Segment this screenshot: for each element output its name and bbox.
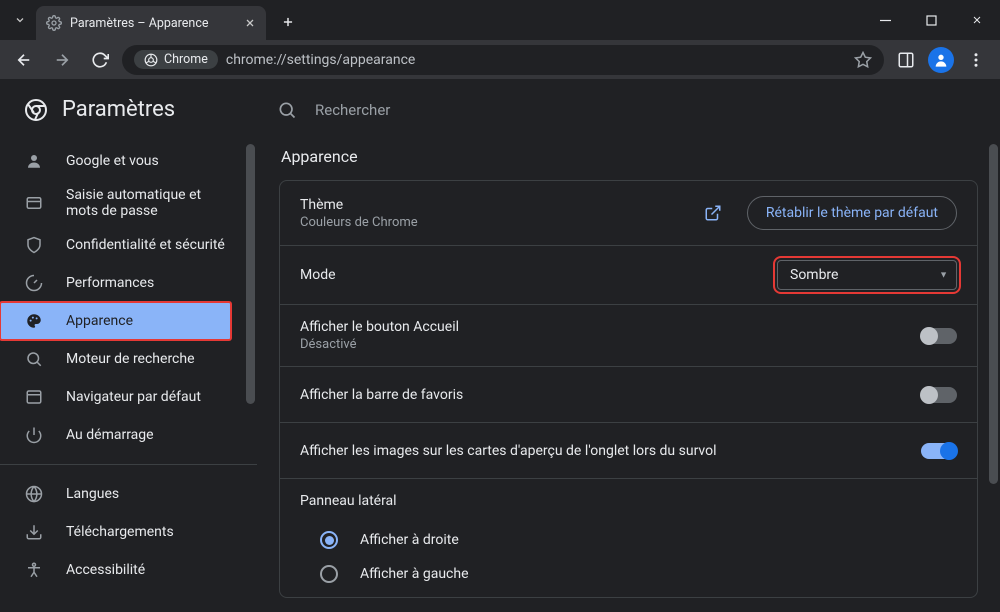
sidebar-item-label: Saisie automatique et mots de passe	[66, 187, 226, 219]
mode-label: Mode	[300, 267, 761, 283]
minimize-button[interactable]	[862, 0, 908, 40]
home-button-toggle[interactable]	[921, 328, 957, 344]
hover-cards-label: Afficher les images sur les cartes d'ape…	[300, 443, 905, 459]
person-icon	[24, 152, 44, 170]
settings-header: Paramètres	[0, 80, 257, 139]
side-panel-group: Panneau latéral Afficher à droite Affich…	[280, 479, 977, 597]
sidebar-item-label: Téléchargements	[66, 524, 174, 540]
browser-tab[interactable]: Paramètres – Apparence	[36, 6, 266, 40]
close-tab-button[interactable]	[244, 17, 256, 29]
window-controls	[862, 0, 1000, 40]
address-chip-label: Chrome	[164, 52, 208, 67]
sidebar-item-label: Accessibilité	[66, 562, 145, 578]
home-button-sub: Désactivé	[300, 337, 905, 352]
home-button-row: Afficher le bouton Accueil Désactivé	[280, 305, 977, 367]
sidebar-item-performance[interactable]: Performances	[0, 264, 241, 302]
maximize-button[interactable]	[908, 0, 954, 40]
sidebar-item-downloads[interactable]: Téléchargements	[0, 513, 241, 551]
bookmark-star-icon[interactable]	[854, 51, 872, 69]
sidebar-item-label: Moteur de recherche	[66, 351, 195, 367]
sidebar-item-appearance[interactable]: Apparence	[0, 302, 231, 340]
sidebar-item-label: Langues	[66, 486, 119, 502]
settings-search[interactable]: Rechercher	[257, 80, 1000, 139]
open-in-new-icon[interactable]	[695, 195, 731, 231]
side-panel-right-option[interactable]: Afficher à droite	[300, 523, 957, 557]
menu-button[interactable]	[960, 44, 992, 76]
sidebar-item-google-and-you[interactable]: Google et vous	[0, 142, 241, 180]
reload-button[interactable]	[84, 44, 116, 76]
hover-cards-row: Afficher les images sur les cartes d'ape…	[280, 423, 977, 479]
download-icon	[24, 523, 44, 541]
sidebar-item-search-engine[interactable]: Moteur de recherche	[0, 340, 241, 378]
sidebar-item-label: Navigateur par défaut	[66, 389, 201, 405]
back-button[interactable]	[8, 44, 40, 76]
globe-icon	[24, 485, 44, 503]
hover-cards-toggle[interactable]	[921, 443, 957, 459]
browser-toolbar: Chrome chrome://settings/appearance	[0, 40, 1000, 80]
search-placeholder: Rechercher	[315, 101, 390, 119]
chevron-down-icon: ▼	[939, 270, 948, 281]
browser-icon	[24, 388, 44, 406]
settings-sidebar: Paramètres Google et vous Saisie automat…	[0, 80, 257, 612]
palette-icon	[24, 312, 44, 330]
section-title: Apparence	[281, 147, 978, 166]
power-icon	[24, 426, 44, 444]
bookmarks-bar-row: Afficher la barre de favoris	[280, 367, 977, 423]
shield-icon	[24, 236, 44, 254]
reset-theme-button[interactable]: Rétablir le thème par défaut	[747, 196, 957, 230]
sidebar-item-on-startup[interactable]: Au démarrage	[0, 416, 241, 454]
theme-sub: Couleurs de Chrome	[300, 215, 679, 230]
url-text: chrome://settings/appearance	[226, 52, 416, 68]
theme-row: Thème Couleurs de Chrome Rétablir le thè…	[280, 181, 977, 246]
sidebar-item-accessibility[interactable]: Accessibilité	[0, 551, 241, 589]
address-bar[interactable]: Chrome chrome://settings/appearance	[122, 45, 884, 75]
speedometer-icon	[24, 274, 44, 292]
sidebar-scrollbar[interactable]	[244, 142, 257, 612]
chrome-chip: Chrome	[134, 50, 218, 69]
sidebar-item-label: Performances	[66, 275, 154, 291]
appearance-card: Thème Couleurs de Chrome Rétablir le thè…	[279, 180, 978, 598]
tabs-dropdown-button[interactable]	[8, 8, 32, 32]
sidebar-item-privacy-security[interactable]: Confidentialité et sécurité	[0, 226, 241, 264]
bookmarks-bar-label: Afficher la barre de favoris	[300, 387, 905, 403]
tab-title: Paramètres – Apparence	[70, 16, 236, 31]
sidebar-item-label: Confidentialité et sécurité	[66, 237, 225, 253]
search-icon	[24, 350, 44, 368]
sidebar-item-languages[interactable]: Langues	[0, 475, 241, 513]
close-window-button[interactable]	[954, 0, 1000, 40]
accessibility-icon	[24, 561, 44, 579]
new-tab-button[interactable]	[274, 8, 302, 36]
sidebar-item-default-browser[interactable]: Navigateur par défaut	[0, 378, 241, 416]
sidebar-item-label: Apparence	[66, 313, 133, 329]
radio-icon	[320, 565, 338, 583]
profile-avatar[interactable]	[928, 47, 954, 73]
forward-button[interactable]	[46, 44, 78, 76]
gear-icon	[46, 15, 62, 31]
side-panel-title: Panneau latéral	[300, 493, 957, 509]
title-bar: Paramètres – Apparence	[0, 0, 1000, 40]
theme-label: Thème	[300, 197, 679, 213]
radio-label: Afficher à droite	[360, 532, 459, 548]
sidebar-divider	[0, 464, 257, 465]
radio-icon	[320, 531, 338, 549]
side-panel-button[interactable]	[890, 44, 922, 76]
sidebar-item-label: Google et vous	[66, 153, 159, 169]
home-button-label: Afficher le bouton Accueil	[300, 319, 905, 335]
settings-page: Paramètres Google et vous Saisie automat…	[0, 80, 1000, 612]
bookmarks-bar-toggle[interactable]	[921, 387, 957, 403]
sidebar-item-label: Au démarrage	[66, 427, 154, 443]
search-icon	[277, 100, 297, 120]
content-scrollbar[interactable]	[987, 142, 1000, 612]
mode-dropdown[interactable]: Sombre ▼	[777, 260, 957, 290]
chrome-logo-icon	[24, 98, 48, 122]
side-panel-left-option[interactable]: Afficher à gauche	[300, 557, 957, 591]
autofill-icon	[24, 194, 44, 212]
mode-value: Sombre	[790, 267, 838, 283]
settings-title: Paramètres	[62, 97, 175, 122]
sidebar-item-autofill[interactable]: Saisie automatique et mots de passe	[0, 180, 241, 226]
radio-label: Afficher à gauche	[360, 566, 469, 582]
mode-row: Mode Sombre ▼	[280, 246, 977, 305]
settings-content: Rechercher Apparence Thème Couleurs de C…	[257, 80, 1000, 612]
